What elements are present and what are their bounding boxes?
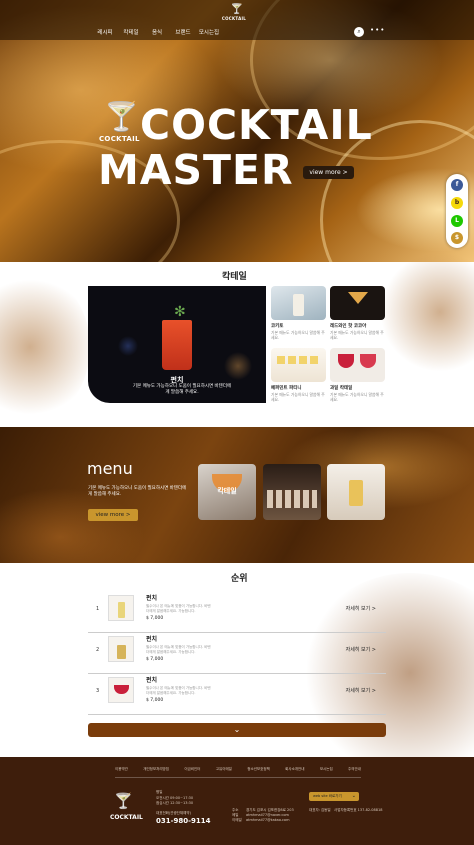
rank-detail-link[interactable]: 자세히 보기 > (346, 646, 376, 653)
card-image (330, 286, 385, 320)
chevron-down-icon: ⌄ (351, 793, 356, 799)
card-desc: 기본 메뉴도 가능하오니 말씀해 주세요. (330, 330, 384, 340)
footer-phone: 031-980-9114 (156, 817, 211, 825)
cocktail-glass-image (162, 320, 192, 370)
card-name: 코키토 (271, 324, 284, 329)
card-image (271, 286, 326, 320)
footer-logo-text: COCKTAIL (110, 814, 143, 821)
card-name: 페퍼민트 파티니 (271, 386, 302, 391)
cocktail-glass-icon: 🍸 (114, 792, 133, 810)
rank-number: 1 (96, 606, 100, 612)
website-select-value: web site 바로가기 (313, 794, 342, 798)
rank-name: 펀치 (146, 677, 158, 684)
rank-name: 펀치 (146, 595, 158, 602)
rank-name: 펀치 (146, 636, 158, 643)
pay-icon[interactable]: $ (451, 232, 463, 244)
website-select[interactable]: web site 바로가기 ⌄ (309, 792, 359, 801)
facebook-icon[interactable]: f (451, 179, 463, 191)
hero-title-line1: COCKTAIL (140, 101, 373, 149)
menu-image-caption: 칵테일 (217, 487, 237, 495)
ranking-row[interactable]: 1 펀치 필수이나 본 메뉴에 맞춤이 가능합니다. 바텐더에게 말씀해주세요.… (88, 592, 386, 633)
hero-icon-label: COCKTAIL (99, 135, 140, 143)
more-menu-icon[interactable]: ••• (370, 26, 385, 34)
rank-desc: 필수이나 본 메뉴에 맞춤이 가능합니다. 바텐더에게 말씀해주세요. 가능합니… (146, 686, 211, 695)
cocktail-glass-icon: 🍸 (230, 4, 244, 15)
footer-addr-value: atmhmail77@kakao.com (246, 818, 290, 822)
rank-price: $ 7,000 (146, 657, 164, 662)
site-header: 🍸 COCKTAIL 레시피 칵테일 음식 브랜드 모시는집 ⌕ ••• (0, 0, 474, 40)
splash-decoration (0, 272, 90, 422)
card-name: 과일 칵테일 (330, 386, 353, 391)
footer-link[interactable]: 이용약관 (115, 767, 128, 772)
footer-info: 사업자등록번호 137-82-08818 (334, 808, 383, 812)
category-card[interactable]: 코키토 기본 메뉴도 가능하오니 말씀해 주세요. (271, 286, 326, 340)
rank-number: 2 (96, 647, 100, 653)
ranking-row[interactable]: 3 펀치 필수이나 본 메뉴에 맞춤이 가능합니다. 바텐더에게 말씀해주세요.… (88, 674, 386, 715)
card-image (271, 348, 326, 382)
footer-info: 대표자: 김동일 (309, 808, 331, 812)
menu-desc: 기본 메뉴도 가능하오니 도움이 필요하시면 바텐더에게 말씀해 주세요. (88, 486, 187, 497)
menu-title: menu (87, 459, 133, 478)
blog-icon[interactable]: b (451, 197, 463, 209)
footer-link[interactable]: 청소년보호정책 (247, 767, 270, 772)
page: 🍸 COCKTAIL COCKTAIL MASTER view more > 🍸… (0, 0, 474, 845)
category-card[interactable]: 페퍼민트 파티니 기본 메뉴도 가능하오니 말씀해 주세요. (271, 348, 326, 402)
category-card[interactable]: 레드와인 핫 코코아 기본 메뉴도 가능하오니 말씀해 주세요. (330, 286, 385, 340)
rank-desc: 필수이나 본 메뉴에 맞춤이 가능합니다. 바텐더에게 말씀해주세요. 가능합니… (146, 645, 211, 654)
category-card[interactable]: 과일 칵테일 기본 메뉴도 가능하오니 말씀해 주세요. (330, 348, 385, 402)
rank-number: 3 (96, 688, 100, 694)
menu-view-more-button[interactable]: view more > (88, 509, 138, 521)
rank-thumbnail (108, 636, 134, 662)
menu-image[interactable] (263, 464, 321, 520)
nav-item-recipe[interactable]: 레시피 (92, 28, 118, 36)
splash-decoration (380, 252, 474, 372)
hero-title-line2: MASTER (98, 146, 294, 194)
ranking-row[interactable]: 2 펀치 필수이나 본 메뉴에 맞춤이 가능합니다. 바텐더에게 말씀해주세요.… (88, 633, 386, 674)
rank-thumbnail (108, 595, 134, 621)
rank-detail-link[interactable]: 자세히 보기 > (346, 605, 376, 612)
search-icon[interactable]: ⌕ (354, 27, 364, 37)
herb-icon: ✻ (174, 304, 186, 320)
nav-item-cocktail[interactable]: 칵테일 (118, 28, 144, 36)
site-logo-text: COCKTAIL (221, 16, 247, 21)
featured-desc: 기본 메뉴도 가능하오니 도움이 필요하시면 바텐더에게 말씀해 주세요. (132, 384, 232, 395)
footer-addr-label: 이메일 (232, 818, 242, 822)
ranking-title: 순위 (231, 574, 248, 584)
rank-price: $ 7,000 (146, 616, 164, 621)
footer-link[interactable]: 개인정보처리방침 (143, 767, 169, 772)
hero-view-more-button[interactable]: view more > (303, 166, 354, 179)
cocktail-glass-icon: 🍸 (104, 100, 139, 133)
site-logo[interactable]: 🍸 COCKTAIL (222, 4, 248, 21)
footer-links: 이용약관 개인정보처리방침 이금비인터 고유이메일 청소년보호정책 회사소개안내… (115, 767, 361, 778)
rank-desc: 필수이나 본 메뉴에 맞춤이 가능합니다. 바텐더에게 말씀해주세요. 가능합니… (146, 604, 211, 613)
rank-detail-link[interactable]: 자세히 보기 > (346, 687, 376, 694)
featured-cocktail-card[interactable]: ✻ 펀치 기본 메뉴도 가능하오니 도움이 필요하시면 바텐더에게 말씀해 주세… (88, 286, 266, 403)
menu-image[interactable]: 칵테일 (198, 464, 256, 520)
footer-link[interactable]: 이금비인터 (184, 767, 200, 772)
main-nav: 레시피 칵테일 음식 브랜드 모시는집 (92, 28, 222, 36)
card-desc: 기본 메뉴도 가능하오니 말씀해 주세요. (271, 330, 325, 340)
footer-link[interactable]: 주의안내 (348, 767, 361, 772)
footer-link[interactable]: 회사소개안내 (285, 767, 304, 772)
rank-thumbnail (108, 677, 134, 703)
card-image (330, 348, 385, 382)
nav-item-food[interactable]: 음식 (144, 28, 170, 36)
card-desc: 기본 메뉴도 가능하오니 말씀해 주세요. (330, 392, 384, 402)
nav-item-brand[interactable]: 브랜드 (170, 28, 196, 36)
category-title: 칵테일 (222, 272, 247, 282)
footer-link[interactable]: 고유이메일 (216, 767, 232, 772)
ranking-more-button[interactable]: ⌄ (88, 723, 386, 737)
footer-hours: 점심시간 12:30~13:30 (156, 801, 194, 805)
card-desc: 기본 메뉴도 가능하오니 말씀해 주세요. (271, 392, 325, 402)
footer-link[interactable]: 모시는집 (320, 767, 333, 772)
card-name: 레드와인 핫 코코아 (330, 324, 367, 329)
menu-image[interactable] (327, 464, 385, 520)
rank-price: $ 7,000 (146, 698, 164, 703)
social-sidebar: f b L $ (446, 174, 468, 248)
line-icon[interactable]: L (451, 215, 463, 227)
footer-hours-label: 평일 (156, 790, 163, 794)
nav-item-location[interactable]: 모시는집 (196, 28, 222, 36)
footer-center: 대표전화(관광단체예약) (156, 811, 191, 815)
